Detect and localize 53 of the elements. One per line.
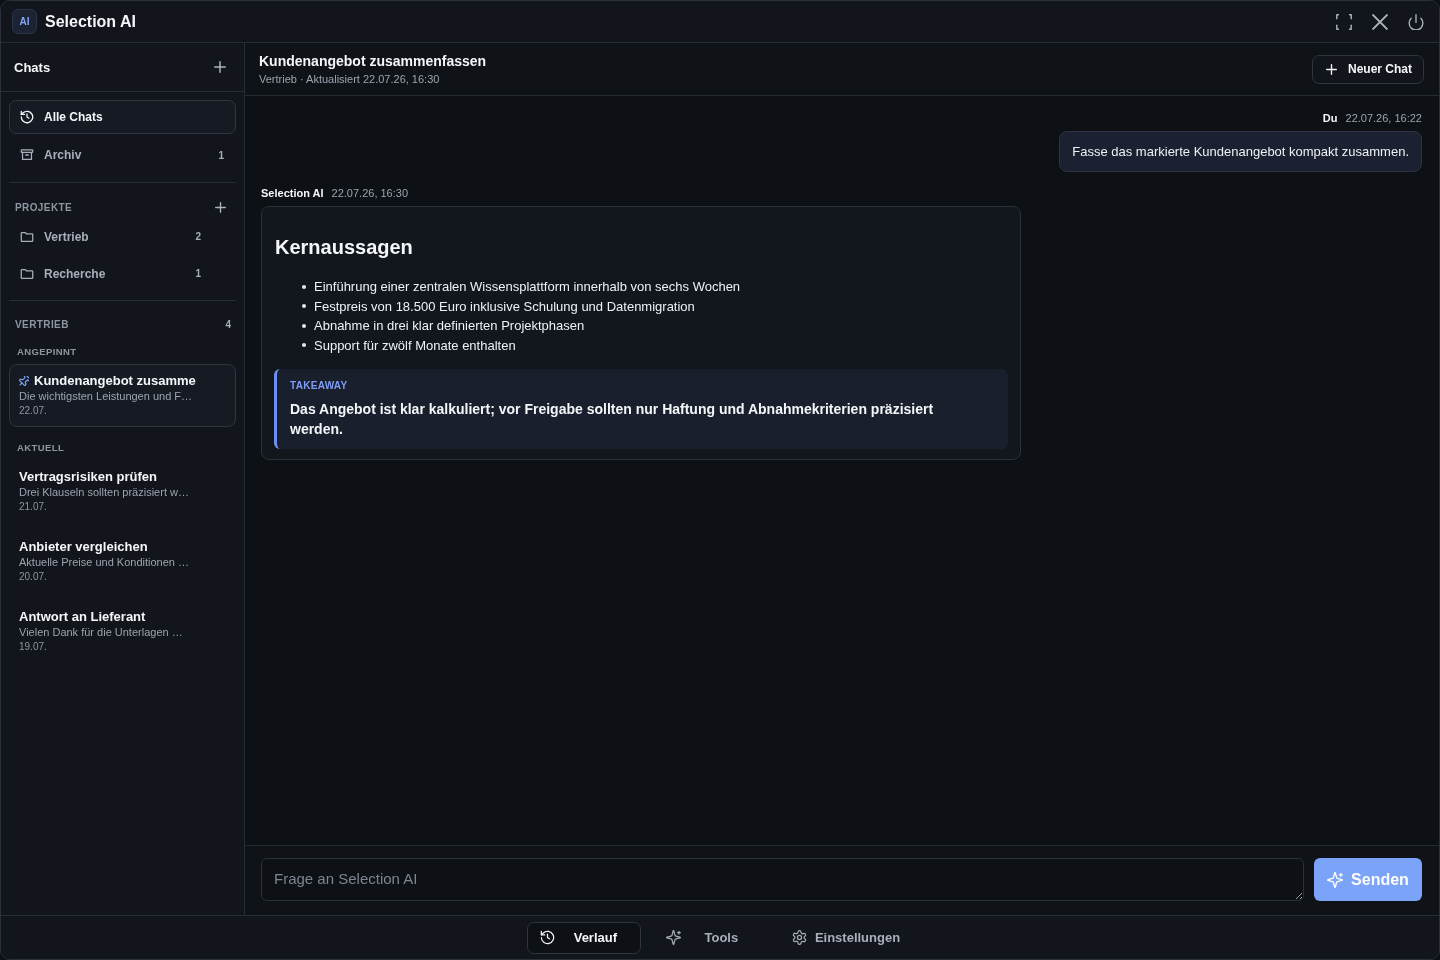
- chat-list-item[interactable]: Antwort an Lieferant Vielen Dank für die Unterlagen … 19.07.: [9, 596, 236, 666]
- archive-icon: [20, 148, 34, 162]
- chat-subtitle: Vertrieb · Aktualisiert 22.07.26, 16:30: [259, 71, 441, 87]
- user-message: Fasse das markierte Kundenangebot kompakt zusammen.: [1059, 131, 1422, 172]
- chat-list-item[interactable]: Kundenangebot zusamme Die wichtigsten Leistungen und F… 22.07.: [9, 364, 236, 427]
- section-heading: PROJEKTE: [15, 201, 73, 213]
- takeaway-text: Das Angebot ist klar kalkuliert; vor Freigabe sollten nur Haftung und Abnahmekriterien präzisiert werden.: [290, 400, 935, 439]
- nav-tab[interactable]: Tools: [652, 921, 767, 954]
- bullet-text: Festpreis von 18.500 Euro inklusive Schulung und Datenmigration: [314, 297, 695, 316]
- message-time: 22.07.26, 16:22: [1345, 111, 1422, 126]
- app-logo: AI: [12, 9, 37, 34]
- message-author: Selection AI: [261, 186, 324, 201]
- sparkle-icon: [1327, 871, 1344, 888]
- group-count: 4: [225, 318, 231, 330]
- gear-icon: [791, 930, 807, 945]
- bullet-icon: [302, 343, 306, 348]
- chat-list-item[interactable]: Vertragsrisiken prüfen Drei Klauseln sollten präzisiert w… 21.07.: [9, 456, 236, 526]
- folder-icon: [20, 266, 34, 281]
- message-heading: Kernaussagen: [275, 235, 414, 259]
- group-heading: VERTRIEB: [15, 318, 69, 330]
- bullet-icon: [302, 323, 306, 328]
- message-input[interactable]: Frage an Selection AI: [261, 858, 1304, 901]
- plus-icon[interactable]: [214, 61, 226, 73]
- sidebar-title: Chats: [14, 59, 51, 75]
- section-label: ANGEPINNT: [17, 345, 77, 359]
- bullet-text: Abnahme in drei klar definierten Projektphasen: [314, 317, 585, 335]
- nav-tab[interactable]: Verlauf: [526, 921, 641, 954]
- folder-icon: [20, 229, 34, 244]
- project-item[interactable]: Vertrieb 2: [9, 218, 236, 255]
- power-icon[interactable]: [1408, 13, 1424, 30]
- project-item[interactable]: Recherche 1: [9, 255, 236, 292]
- nav-item[interactable]: Archiv 1: [9, 138, 236, 172]
- close-icon[interactable]: [1372, 13, 1388, 30]
- section-label: AKTUELL: [17, 441, 65, 455]
- history-icon: [20, 110, 34, 124]
- chat-title: Kundenangebot zusammenfassen: [259, 51, 487, 70]
- sparkle-icon: [665, 930, 681, 945]
- message-author: Du: [1322, 111, 1338, 126]
- bullet-icon: [302, 304, 306, 309]
- bullet-icon: [302, 284, 306, 289]
- chat-list-item[interactable]: Anbieter vergleichen Aktuelle Preise und Konditionen … 20.07.: [9, 526, 236, 596]
- message-time: 22.07.26, 16:30: [331, 186, 409, 201]
- nav-item[interactable]: Alle Chats: [9, 100, 236, 134]
- history-icon: [539, 930, 555, 945]
- bullet-text: Einführung einer zentralen Wissensplattform innerhalb von sechs Wochen: [314, 278, 741, 296]
- plus-icon: [1326, 63, 1337, 75]
- plus-icon[interactable]: [215, 201, 226, 213]
- nav-tab[interactable]: Einstellungen: [778, 921, 914, 954]
- fullscreen-icon[interactable]: [1336, 13, 1352, 30]
- takeaway-label: TAKEAWAY: [290, 379, 349, 393]
- bullet-text: Support für zwölf Monate enthalten: [314, 336, 516, 355]
- new-chat-button[interactable]: Neuer Chat: [1312, 54, 1424, 84]
- app-title: Selection AI: [45, 12, 136, 31]
